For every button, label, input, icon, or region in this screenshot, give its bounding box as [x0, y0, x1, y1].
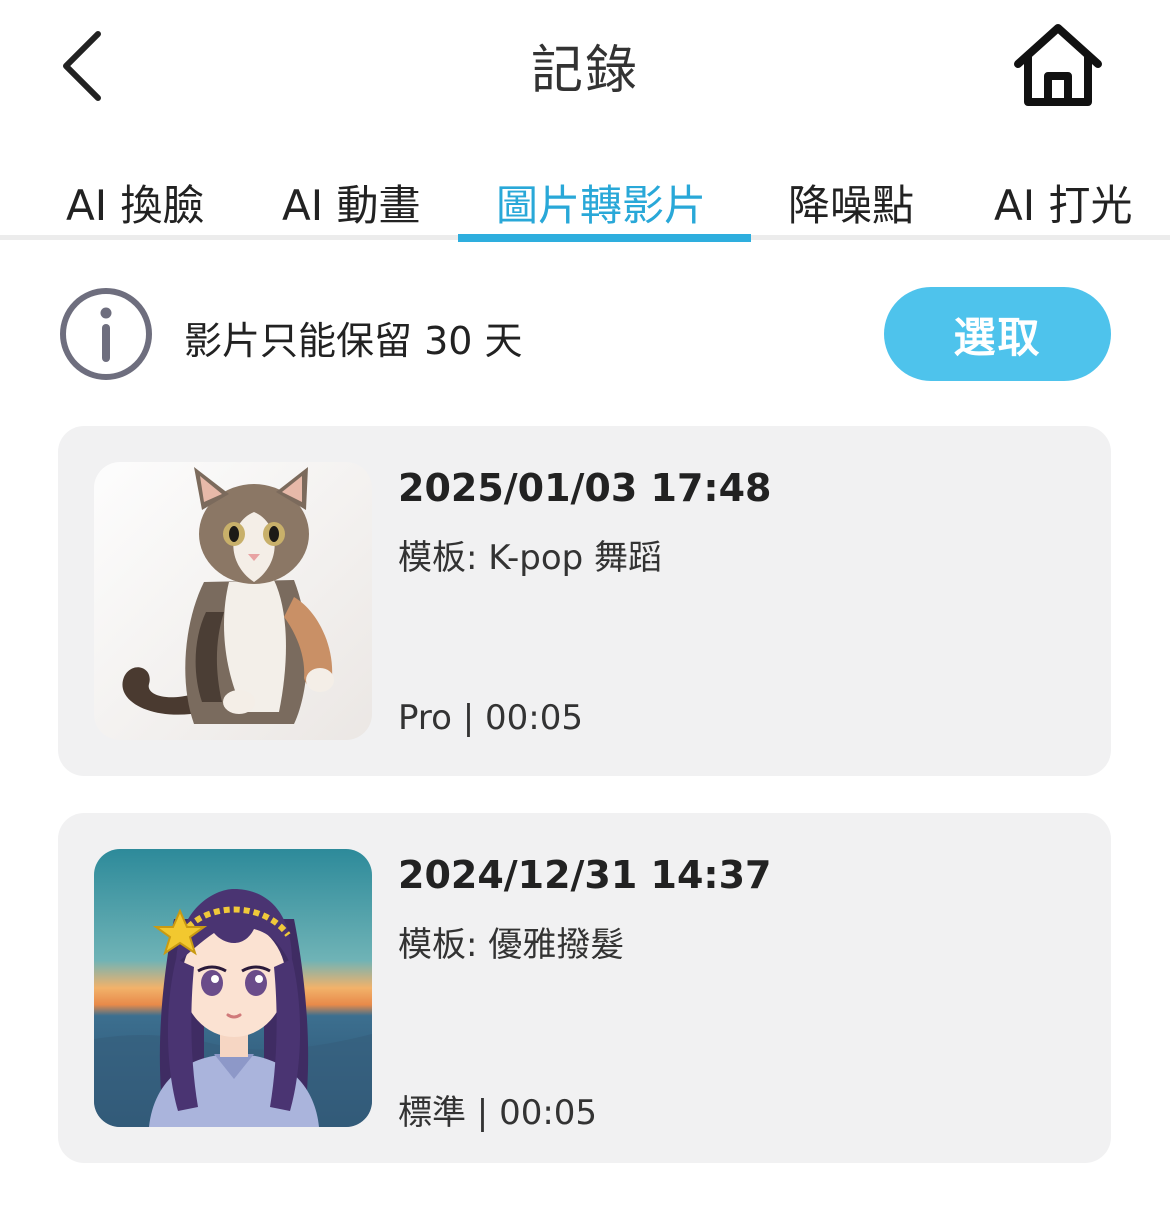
home-icon: [1014, 24, 1102, 106]
anime-girl-thumbnail: [94, 849, 372, 1127]
retention-notice: 影片只能保留 30 天 選取: [0, 280, 1170, 390]
chevron-left-icon: [63, 31, 101, 101]
select-button[interactable]: 選取: [884, 287, 1111, 381]
notice-text: 影片只能保留 30 天: [184, 319, 523, 363]
record-card[interactable]: 2024/12/31 14:37 模板: 優雅撥髮 標準 | 00:05: [58, 813, 1111, 1163]
home-button[interactable]: [1008, 20, 1108, 112]
page-title: 記錄: [530, 41, 639, 101]
record-card[interactable]: 2025/01/03 17:48 模板: K-pop 舞蹈 Pro | 00:0…: [58, 426, 1111, 776]
record-meta: 標準 | 00:05: [398, 1093, 598, 1133]
record-datetime: 2025/01/03 17:48: [398, 466, 772, 510]
category-tabs: AI 換臉 AI 動畫 圖片轉影片 降噪點 AI 打光: [0, 160, 1170, 242]
record-datetime: 2024/12/31 14:37: [398, 853, 772, 897]
tab-denoise[interactable]: 降噪點: [788, 172, 914, 233]
cat-thumbnail: [94, 462, 372, 740]
record-template: 模板: K-pop 舞蹈: [398, 538, 663, 578]
tab-image-to-video[interactable]: 圖片轉影片: [496, 172, 706, 233]
tab-ai-face-swap[interactable]: AI 換臉: [66, 172, 204, 233]
record-template: 模板: 優雅撥髮: [398, 925, 625, 965]
back-button[interactable]: [52, 24, 122, 108]
header-bar: 記錄: [0, 0, 1170, 130]
active-tab-indicator: [458, 234, 751, 242]
record-meta: Pro | 00:05: [398, 698, 583, 738]
tab-ai-animation[interactable]: AI 動畫: [282, 172, 420, 233]
info-icon: [60, 288, 152, 380]
tab-ai-lighting[interactable]: AI 打光: [994, 172, 1132, 233]
